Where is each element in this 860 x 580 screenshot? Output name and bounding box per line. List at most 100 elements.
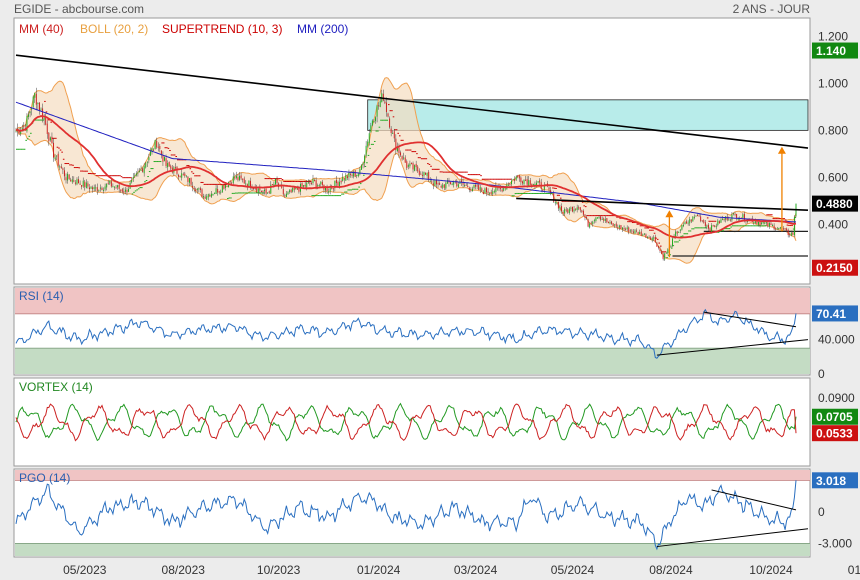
price-tick-label: 0.800 <box>818 123 848 137</box>
candle-body <box>392 132 394 134</box>
candle-body <box>328 191 330 193</box>
candle-body <box>143 166 145 174</box>
candle-body <box>373 121 375 123</box>
candle-body <box>648 237 650 239</box>
candle-body <box>617 227 619 229</box>
candle-body <box>199 188 201 191</box>
candle-body <box>682 224 684 227</box>
legend-boll: BOLL (20, 2) <box>80 22 148 36</box>
candle-body <box>764 222 766 224</box>
candle-body <box>153 149 155 151</box>
candle-body <box>596 217 598 219</box>
candle-body <box>681 225 683 230</box>
candle-body <box>601 218 603 220</box>
candle-body <box>711 225 713 233</box>
candle-body <box>265 188 267 194</box>
candle-body <box>231 182 233 184</box>
candle-body <box>406 161 408 169</box>
candle-body <box>784 228 786 230</box>
candle-body <box>778 228 780 230</box>
candle-body <box>557 201 559 209</box>
candle-body <box>684 222 686 225</box>
candle-body <box>190 177 192 185</box>
candle-body <box>120 189 122 191</box>
candle-body <box>631 230 633 232</box>
x-tick-label: 08/2023 <box>162 563 206 577</box>
candle-body <box>514 178 516 181</box>
candle-body <box>531 183 533 186</box>
candle-body <box>509 183 511 185</box>
candle-body <box>74 182 76 184</box>
candle-body <box>101 187 103 190</box>
candle-body <box>351 174 353 176</box>
legend-mm40: MM (40) <box>19 22 64 36</box>
candle-body <box>414 165 416 171</box>
candle-body <box>195 189 197 192</box>
candle-body <box>182 174 184 176</box>
candle-body <box>203 196 205 198</box>
candle-body <box>382 93 384 101</box>
candle-body <box>215 188 217 194</box>
candle-body <box>676 231 678 234</box>
candle-body <box>364 155 366 163</box>
candle-body <box>717 220 719 226</box>
price-axis: 1.200 1.000 0.800 0.600 0.400 1.140 0.4880 0.21… <box>812 29 858 276</box>
candle-body <box>418 170 420 175</box>
candle-body <box>292 187 294 192</box>
rsi-title: RSI (14) <box>19 289 64 303</box>
candle-body <box>626 227 628 230</box>
candle-body <box>284 195 286 197</box>
candle-body <box>565 209 567 211</box>
candle-body <box>226 185 228 187</box>
candle-body <box>584 214 586 218</box>
candle-body <box>709 228 711 232</box>
candle-body <box>775 228 777 230</box>
candle-body <box>793 216 795 236</box>
candle-body <box>365 145 367 156</box>
candle-body <box>389 118 391 128</box>
candle-body <box>168 162 170 167</box>
candle-body <box>559 206 561 210</box>
candle-body <box>609 222 611 224</box>
candle-body <box>331 187 333 189</box>
candle-body <box>46 123 48 135</box>
candle-body <box>409 163 411 167</box>
candle-body <box>62 168 64 170</box>
candle-body <box>421 174 423 176</box>
candle-body <box>518 175 520 179</box>
candle-body <box>309 182 311 184</box>
candle-body <box>48 132 50 142</box>
candle-body <box>450 182 452 185</box>
candle-body <box>85 182 87 189</box>
candle-body <box>103 189 105 191</box>
candle-body <box>310 182 312 184</box>
candle-body <box>657 246 659 248</box>
legend-mm200: MM (200) <box>297 22 348 36</box>
candle-body <box>611 221 613 224</box>
price-tick-label: 1.200 <box>818 29 848 43</box>
overbought-band <box>15 470 810 481</box>
candle-body <box>282 189 284 195</box>
candle-body <box>501 189 503 192</box>
candle-body <box>38 102 40 111</box>
candle-body <box>287 192 289 195</box>
candle-body <box>137 172 139 174</box>
candle-body <box>134 175 136 177</box>
candle-body <box>551 193 553 195</box>
candle-body <box>59 166 61 168</box>
candle-body <box>614 224 616 226</box>
candle-body <box>443 184 445 188</box>
candle-body <box>767 222 769 226</box>
candle-body <box>662 254 664 259</box>
candle-body <box>507 184 509 186</box>
candle-body <box>387 113 389 117</box>
vortex-tag: 0.0533 <box>816 427 853 441</box>
candle-body <box>154 140 156 150</box>
candle-body <box>695 215 697 217</box>
candle-body <box>486 187 488 193</box>
candle-body <box>786 228 788 231</box>
candle-body <box>73 180 75 182</box>
candle-body <box>656 242 658 247</box>
candle-body <box>492 191 494 195</box>
candle-body <box>548 187 550 190</box>
